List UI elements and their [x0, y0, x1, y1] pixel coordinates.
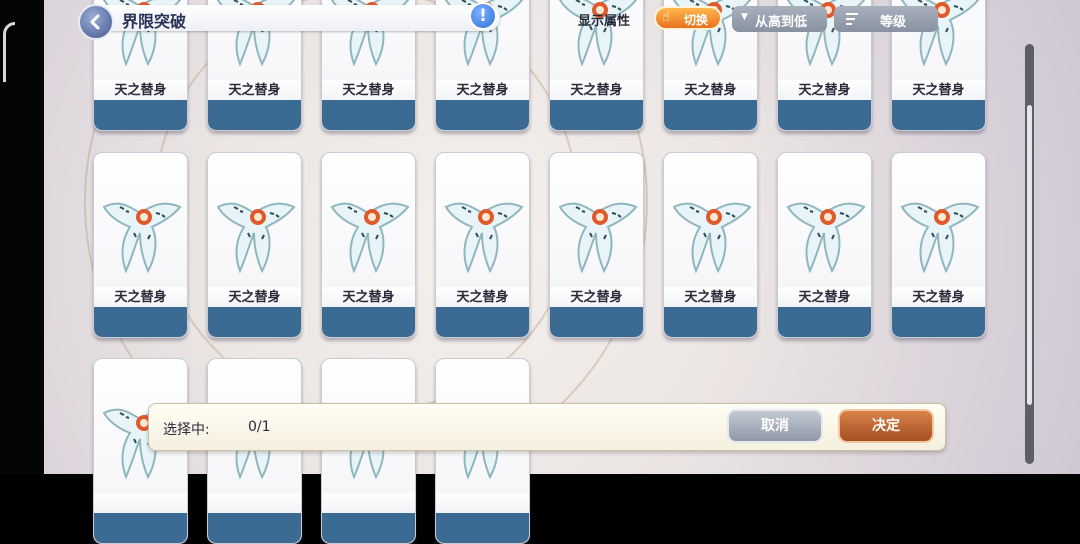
cancel-button[interactable]: 取消	[727, 409, 823, 443]
card-level-band	[208, 513, 301, 543]
sort-order-dropdown[interactable]: ▼ 从高到低	[732, 6, 827, 32]
sort-field-dropdown[interactable]: 等级	[834, 6, 938, 32]
card-level-band	[94, 307, 187, 337]
servant-card[interactable]: 天之替身	[663, 152, 758, 338]
card-level-band	[892, 100, 985, 130]
card-level-band	[778, 100, 871, 130]
card-level-band	[550, 100, 643, 130]
selection-label: 选择中:	[163, 422, 210, 438]
card-name-strip	[94, 493, 187, 513]
scrollbar-thumb[interactable]	[1027, 105, 1032, 405]
card-name: 天之替身	[114, 290, 167, 305]
card-level-band	[664, 100, 757, 130]
selection-bar: 选择中: 0/1	[148, 403, 946, 451]
card-level-band	[322, 100, 415, 130]
spirit-charm-icon	[672, 202, 752, 274]
card-level-band	[550, 307, 643, 337]
card-level-band	[436, 100, 529, 130]
hand-pointer-icon: ☝	[662, 10, 670, 25]
display-attribute-label: 显示属性	[578, 14, 631, 29]
spirit-charm-icon	[558, 202, 638, 274]
card-name: 天之替身	[570, 290, 623, 305]
card-name: 天之替身	[570, 83, 623, 98]
sort-field-label: 等级	[880, 15, 907, 30]
card-name: 天之替身	[456, 290, 509, 305]
servant-card[interactable]	[321, 358, 416, 544]
card-name: 天之替身	[798, 83, 851, 98]
card-name: 天之替身	[228, 290, 281, 305]
servant-card[interactable]: 天之替身	[207, 152, 302, 338]
card-level-band	[208, 307, 301, 337]
sort-order-label: 从高到低	[755, 15, 808, 30]
card-level-band	[322, 513, 415, 543]
sort-lines-icon	[846, 13, 858, 25]
card-level-band	[436, 307, 529, 337]
card-level-band	[892, 307, 985, 337]
card-level-band	[322, 307, 415, 337]
card-name: 天之替身	[798, 290, 851, 305]
servant-card[interactable]: 天之替身	[891, 152, 986, 338]
card-level-band	[208, 100, 301, 130]
servant-card[interactable]	[435, 358, 530, 544]
card-name: 天之替身	[456, 83, 509, 98]
card-level-band	[778, 307, 871, 337]
dropdown-triangle-icon: ▼	[741, 12, 748, 22]
title-bar: 界限突破	[100, 5, 500, 31]
servant-card[interactable]: 天之替身	[435, 152, 530, 338]
back-arrow-icon	[90, 14, 100, 30]
switch-button[interactable]: ☝ 切换	[654, 6, 722, 30]
spirit-charm-icon	[330, 202, 410, 274]
spirit-charm-icon	[786, 202, 866, 274]
card-name-strip	[322, 493, 415, 513]
card-level-band	[664, 307, 757, 337]
spirit-charm-icon	[444, 202, 524, 274]
card-name: 天之替身	[684, 290, 737, 305]
card-name: 天之替身	[114, 83, 167, 98]
servant-card[interactable]	[93, 358, 188, 544]
servant-card[interactable]	[207, 358, 302, 544]
card-level-band	[94, 513, 187, 543]
info-button[interactable]: !	[469, 2, 497, 30]
servant-card[interactable]: 天之替身	[93, 152, 188, 338]
card-level-band	[94, 100, 187, 130]
card-level-band	[436, 513, 529, 543]
servant-card[interactable]: 天之替身	[549, 152, 644, 338]
card-name-strip	[436, 493, 529, 513]
card-name: 天之替身	[912, 290, 965, 305]
confirm-button[interactable]: 决定	[838, 409, 934, 443]
servant-card[interactable]: 天之替身	[321, 152, 416, 338]
card-name: 天之替身	[912, 83, 965, 98]
card-name: 天之替身	[684, 83, 737, 98]
spirit-charm-icon	[102, 202, 182, 274]
card-name: 天之替身	[342, 83, 395, 98]
spirit-charm-icon	[216, 202, 296, 274]
selection-count: 0/1	[248, 419, 271, 435]
servant-card[interactable]: 天之替身	[777, 152, 872, 338]
card-name: 天之替身	[228, 83, 281, 98]
back-button[interactable]	[78, 4, 114, 40]
switch-button-label: 切换	[684, 13, 709, 27]
spirit-charm-icon	[900, 202, 980, 274]
page-title: 界限突破	[122, 12, 187, 31]
card-name: 天之替身	[342, 290, 395, 305]
card-name-strip	[208, 493, 301, 513]
